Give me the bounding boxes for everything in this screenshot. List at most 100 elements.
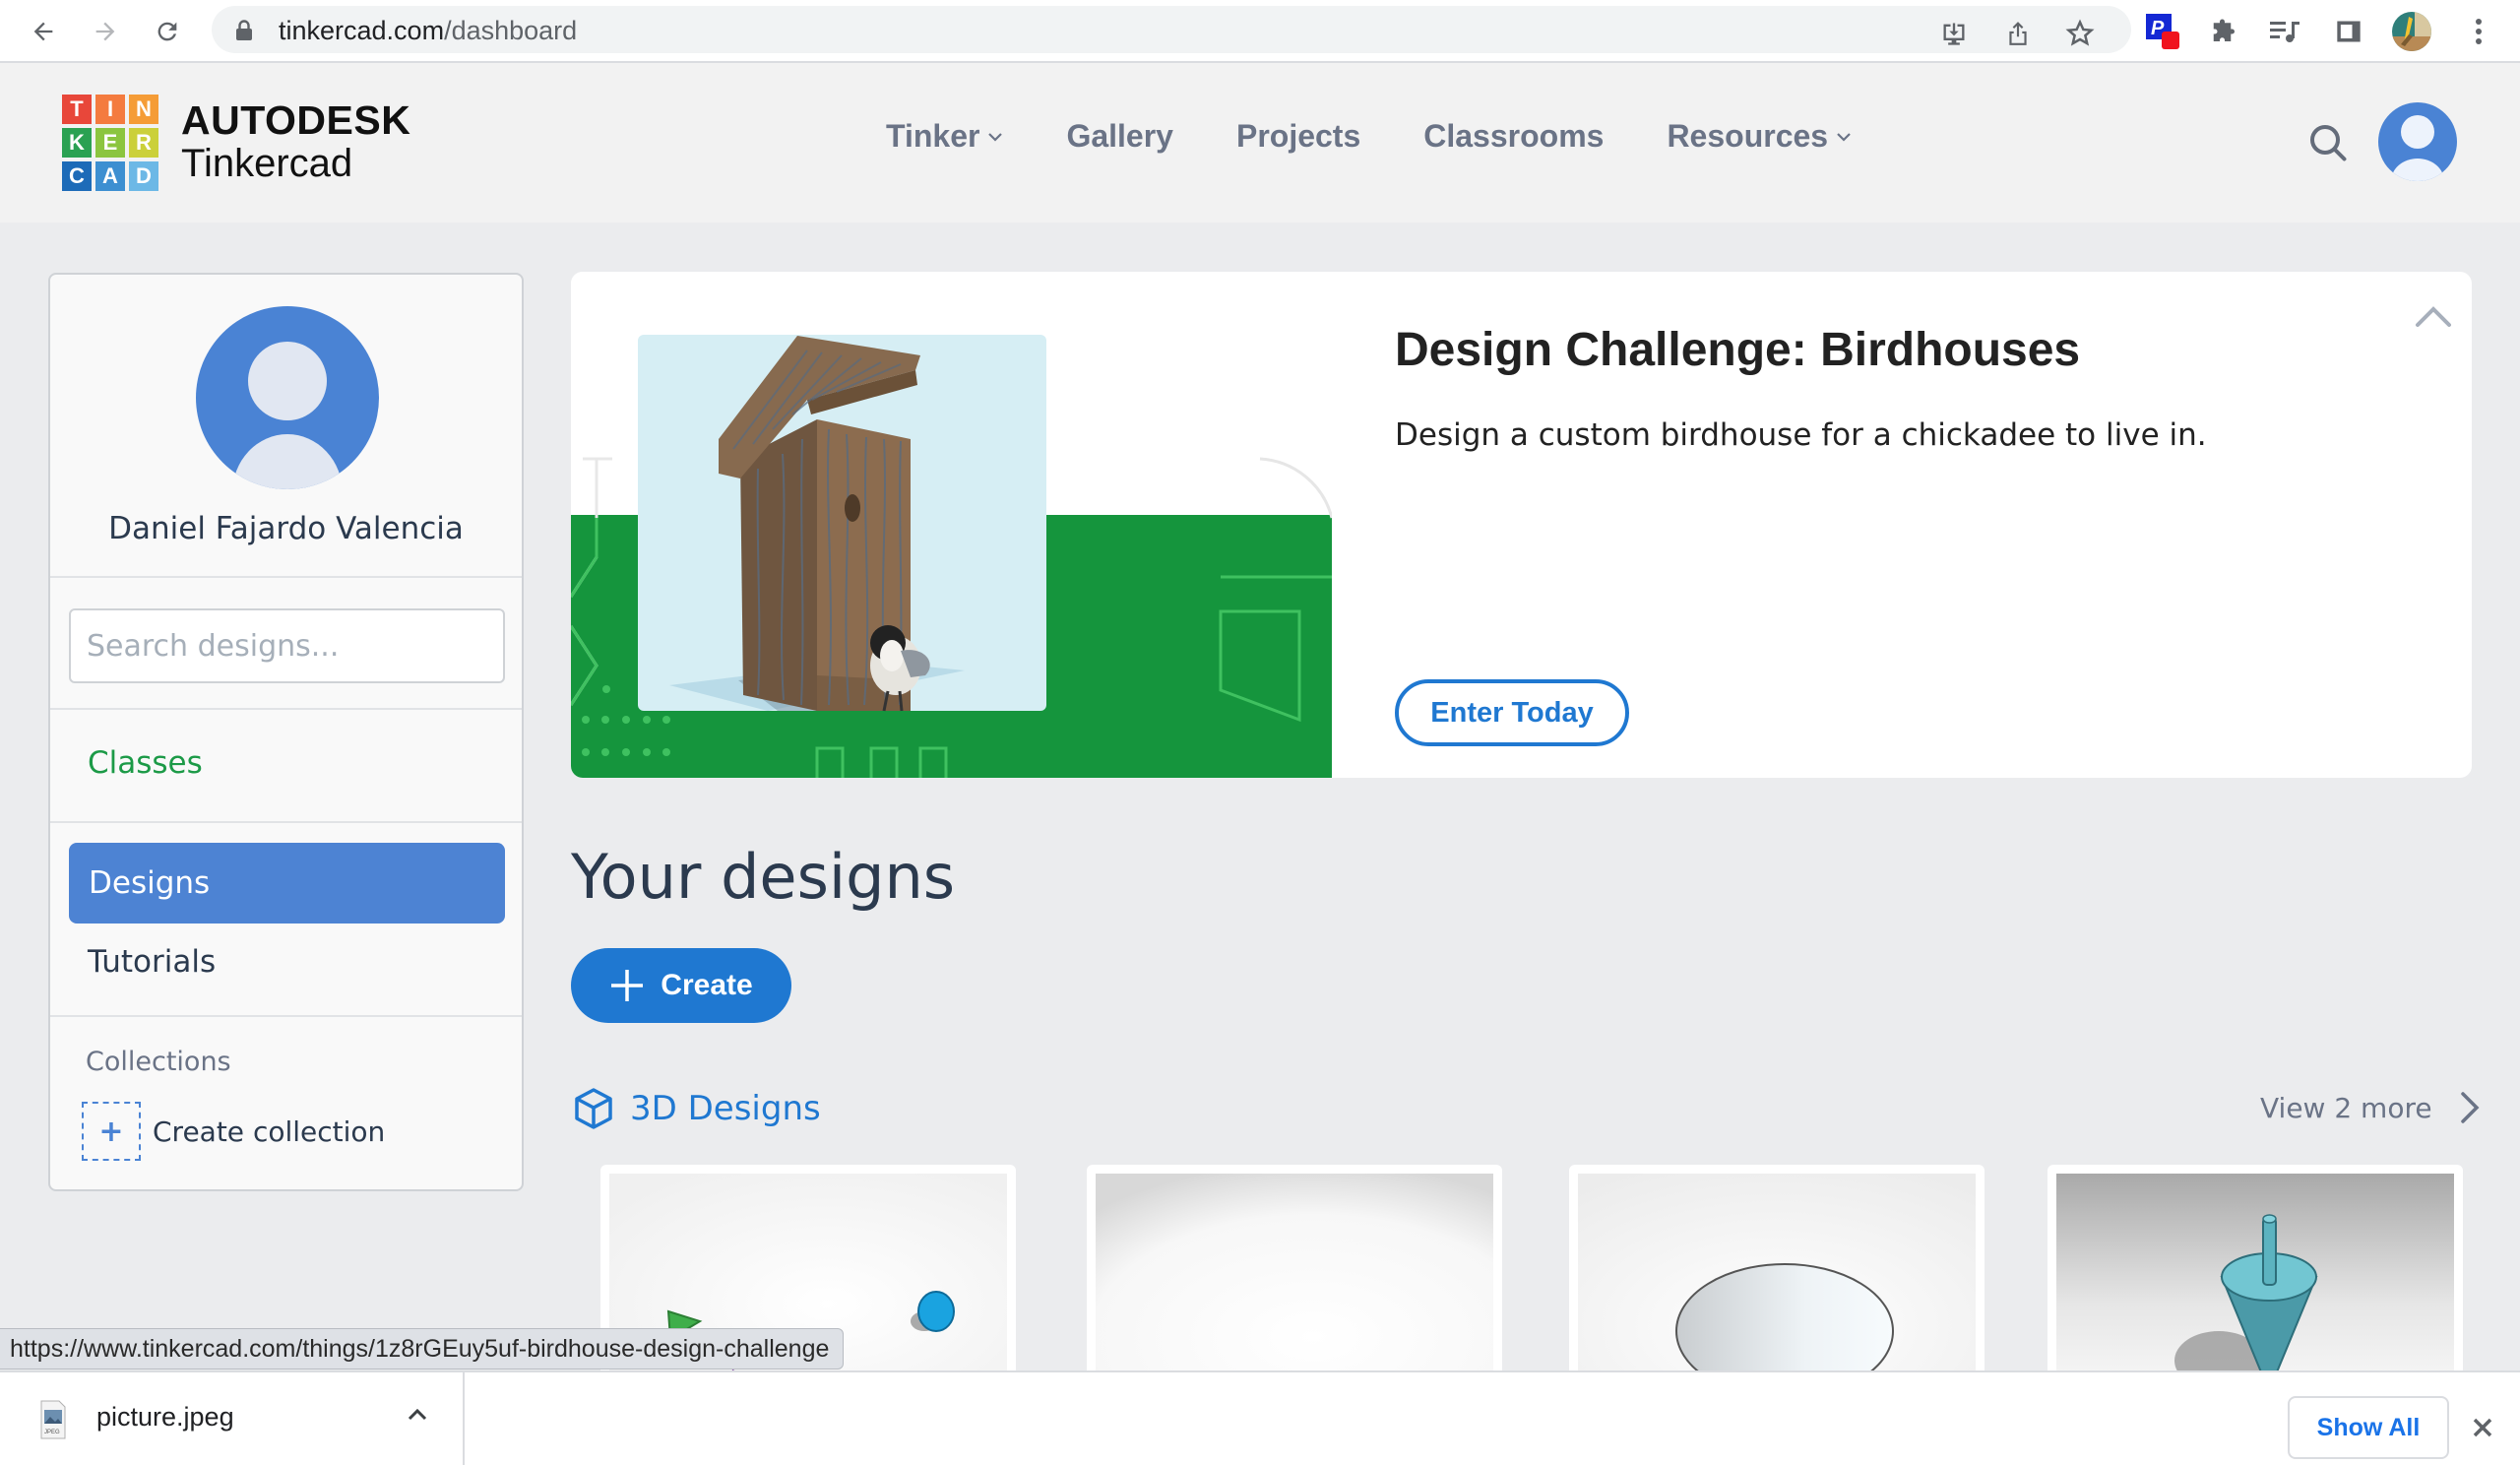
chevron-up-icon[interactable] xyxy=(406,1404,429,1424)
sidebar-item-tutorials[interactable]: Tutorials xyxy=(88,944,216,980)
tinkercad-logo[interactable]: T I N K E R C A D xyxy=(62,95,158,191)
chevron-right-icon xyxy=(2460,1092,2480,1123)
logo-letter: C xyxy=(62,161,92,191)
collections-heading: Collections xyxy=(86,1047,231,1077)
media-control-icon xyxy=(2270,22,2300,42)
url-host: tinkercad.com xyxy=(279,16,445,45)
install-button[interactable] xyxy=(1934,14,1974,53)
profile-button[interactable] xyxy=(2390,10,2433,53)
nav-tinker[interactable]: Tinker xyxy=(886,118,1003,155)
share-icon xyxy=(2009,22,2027,45)
sidebar-user-avatar[interactable] xyxy=(196,306,379,489)
nav-gallery[interactable]: Gallery xyxy=(1066,118,1173,155)
close-shelf-button[interactable] xyxy=(2467,1412,2498,1443)
create-button[interactable]: Create xyxy=(571,948,791,1023)
side-panel-button[interactable] xyxy=(2327,10,2370,53)
banner-description: Design a custom birdhouse for a chickade… xyxy=(1395,417,2207,453)
chevron-down-icon xyxy=(988,132,1003,142)
user-avatar-icon xyxy=(2391,115,2444,181)
enter-today-button[interactable]: Enter Today xyxy=(1395,679,1629,746)
header-user-avatar[interactable] xyxy=(2378,102,2457,181)
forward-icon xyxy=(95,22,115,41)
cube-icon xyxy=(575,1088,612,1129)
download-shelf: JPEG picture.jpeg Show All xyxy=(0,1370,2520,1465)
design-card[interactable] xyxy=(1087,1165,1502,1391)
close-icon xyxy=(2473,1418,2492,1437)
logo-letter: D xyxy=(129,161,158,191)
page-title: Your designs xyxy=(571,841,956,913)
user-avatar-icon xyxy=(232,342,343,489)
3d-designs-link[interactable]: 3D Designs xyxy=(573,1087,821,1130)
design-challenge-banner: Design Challenge: Birdhouses Design a cu… xyxy=(571,272,2472,778)
menu-kebab-icon xyxy=(2476,19,2482,44)
nav-projects-label: Projects xyxy=(1235,118,1361,154)
sidebar-divider xyxy=(50,821,522,823)
collapse-banner-button[interactable] xyxy=(2412,295,2455,339)
create-button-label: Create xyxy=(661,969,753,1001)
birdhouse-challenge-image[interactable] xyxy=(571,272,1332,778)
side-panel-icon xyxy=(2337,21,2361,42)
nav-classrooms[interactable]: Classrooms xyxy=(1423,118,1604,155)
logo-letter: A xyxy=(95,161,125,191)
sidebar-item-designs-label: Designs xyxy=(89,865,211,901)
view-more-label: View 2 more xyxy=(2260,1091,2432,1124)
bookmark-button[interactable] xyxy=(2060,14,2100,53)
plus-icon: + xyxy=(82,1102,141,1161)
extension-p-icon: P xyxy=(2146,14,2179,49)
url-text[interactable]: tinkercad.com/dashboard xyxy=(279,16,577,46)
logo-letter: K xyxy=(62,128,92,158)
sidebar-divider xyxy=(50,576,522,578)
extensions-button[interactable] xyxy=(2203,10,2246,53)
address-bar[interactable]: tinkercad.com/dashboard xyxy=(212,6,2131,53)
plus-icon xyxy=(611,970,644,1001)
banner-title: Design Challenge: Birdhouses xyxy=(1395,324,2081,376)
nav-tinker-label: Tinker xyxy=(886,118,980,154)
extension-p-button[interactable]: P xyxy=(2142,10,2185,53)
nav-projects[interactable]: Projects xyxy=(1236,118,1360,155)
media-control-button[interactable] xyxy=(2264,10,2307,53)
design-thumbnail xyxy=(2056,1174,2454,1391)
back-button[interactable] xyxy=(24,12,63,51)
create-collection-button[interactable]: + Create collection xyxy=(82,1102,385,1161)
sidebar-item-designs[interactable]: Designs xyxy=(69,843,505,924)
chevron-down-icon xyxy=(1837,132,1851,142)
forward-button[interactable] xyxy=(86,12,125,51)
browser-menu-button[interactable] xyxy=(2457,10,2500,53)
logo-letter: R xyxy=(129,128,158,158)
3d-designs-label: 3D Designs xyxy=(630,1089,821,1128)
jpeg-file-icon: JPEG xyxy=(40,1400,66,1439)
link-status-tooltip: https://www.tinkercad.com/things/1z8rGEu… xyxy=(0,1328,845,1369)
bookmark-star-icon xyxy=(2065,19,2095,46)
nav-resources-label: Resources xyxy=(1667,118,1829,154)
download-item[interactable]: JPEG picture.jpeg xyxy=(0,1372,465,1465)
lock-icon xyxy=(236,20,252,40)
url-path: /dashboard xyxy=(444,16,578,45)
download-file-name: picture.jpeg xyxy=(96,1402,234,1432)
design-card[interactable] xyxy=(2048,1165,2463,1391)
install-icon xyxy=(1943,23,1965,45)
sidebar-item-classes[interactable]: Classes xyxy=(88,745,203,781)
chevron-up-icon xyxy=(2416,306,2451,327)
brand-wordmark[interactable]: AUTODESK Tinkercad xyxy=(181,98,410,185)
search-designs-input[interactable] xyxy=(69,608,505,683)
nav-resources[interactable]: Resources xyxy=(1667,118,1852,155)
reload-icon xyxy=(158,22,177,41)
design-thumbnail xyxy=(1578,1174,1976,1391)
header-search-button[interactable] xyxy=(2307,122,2351,165)
svg-text:JPEG: JPEG xyxy=(44,1430,60,1435)
design-thumbnail xyxy=(1096,1174,1493,1391)
design-card[interactable] xyxy=(1569,1165,1984,1391)
share-button[interactable] xyxy=(1998,14,2038,53)
logo-letter: T xyxy=(62,95,92,124)
extensions-puzzle-icon xyxy=(2213,19,2235,41)
create-collection-label: Create collection xyxy=(153,1115,386,1148)
reload-button[interactable] xyxy=(148,12,187,51)
show-all-button[interactable]: Show All xyxy=(2288,1396,2449,1459)
sidebar-divider xyxy=(50,708,522,710)
brand-autodesk: AUTODESK xyxy=(181,97,411,143)
nav-gallery-label: Gallery xyxy=(1066,118,1173,154)
brand-tinkercad: Tinkercad xyxy=(181,142,353,185)
view-more-link[interactable]: View 2 more xyxy=(2260,1091,2480,1124)
browser-toolbar: tinkercad.com/dashboard P xyxy=(0,0,2520,63)
sidebar-divider xyxy=(50,1015,522,1017)
